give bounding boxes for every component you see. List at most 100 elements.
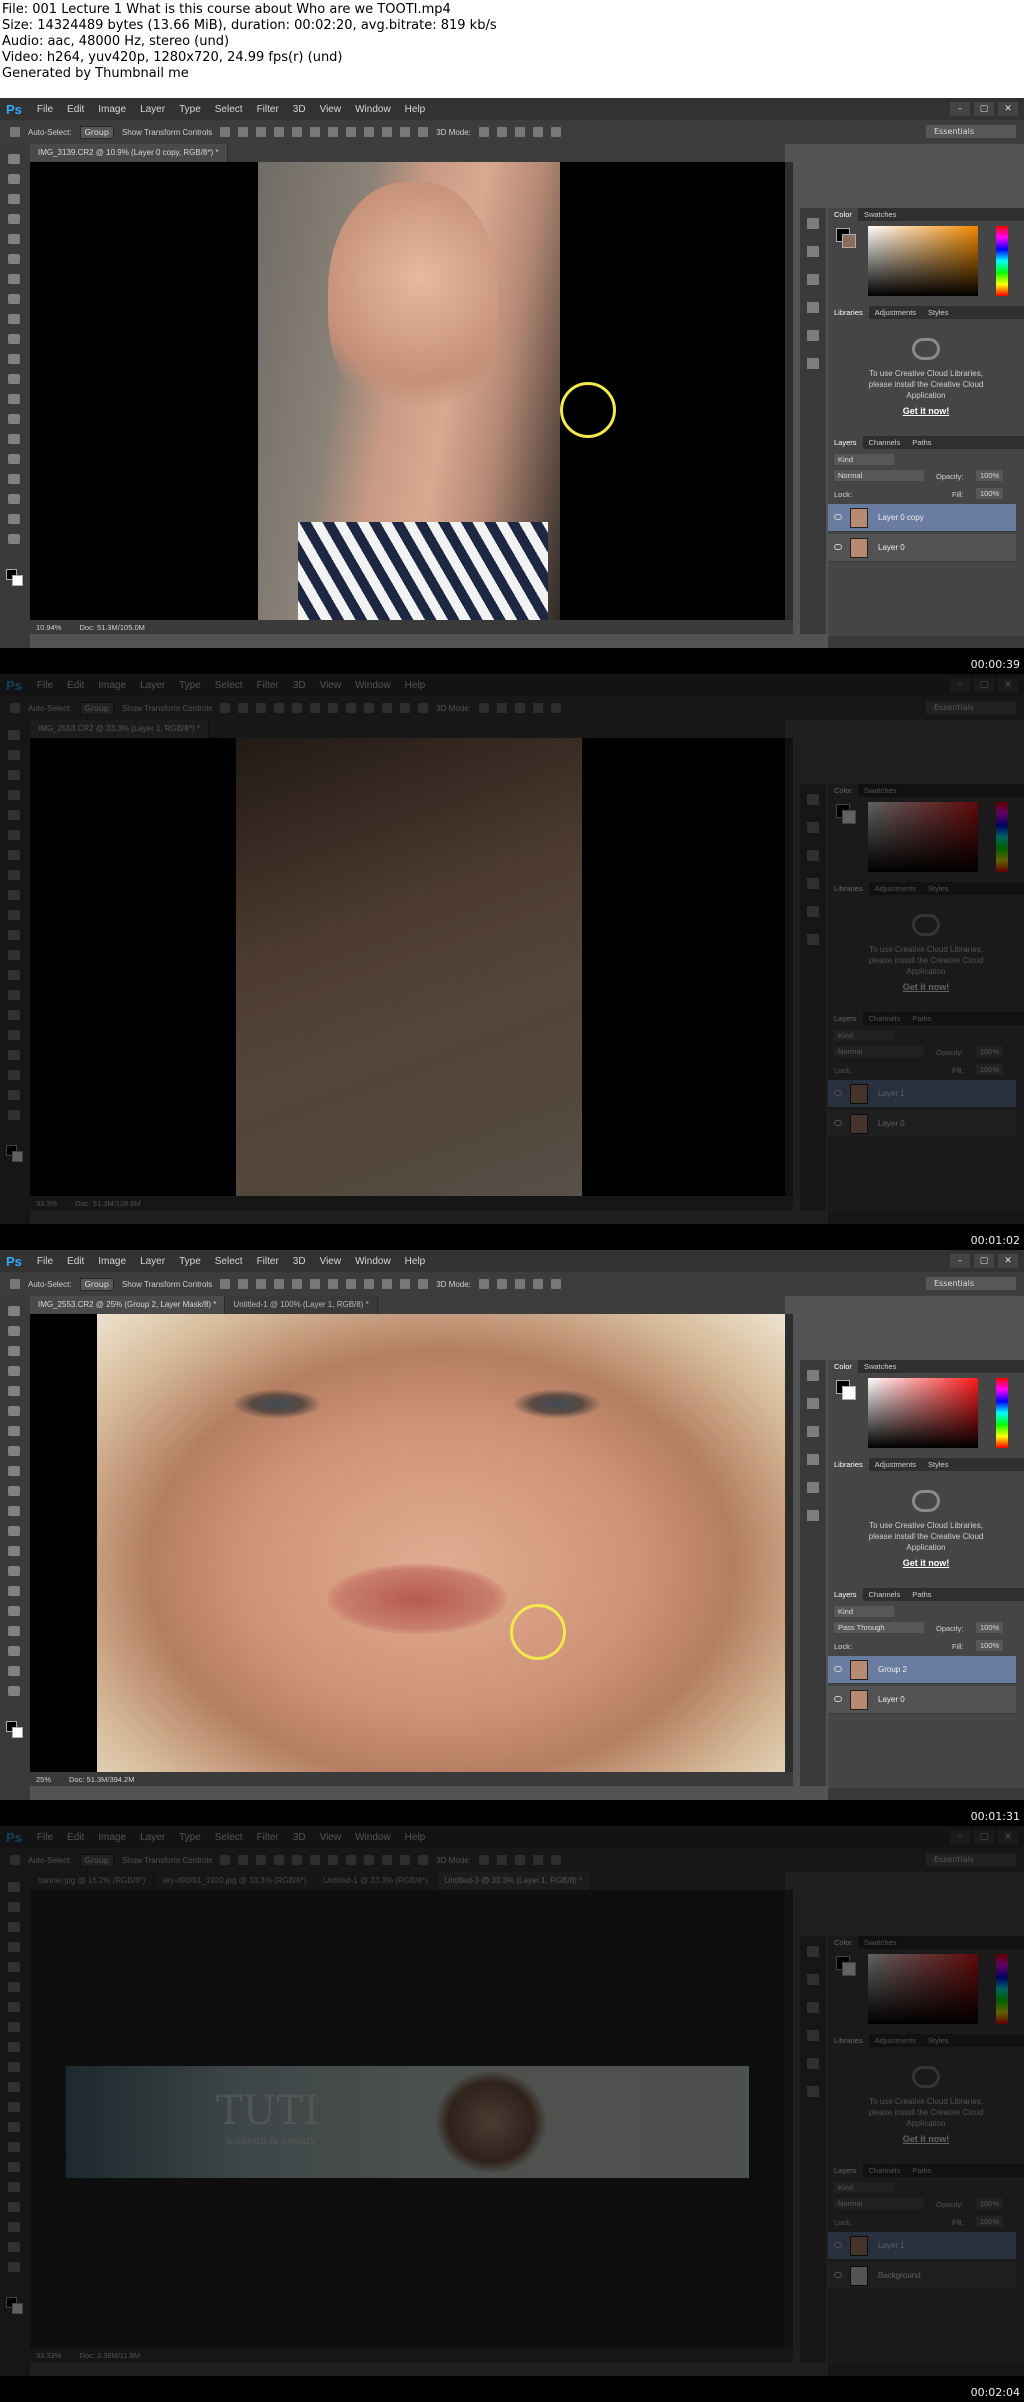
get-it-now-link[interactable]: Get it now!	[828, 406, 1024, 416]
panel-tab-layers[interactable]: Layers	[828, 1588, 863, 1601]
shape-tool-icon[interactable]	[8, 1646, 20, 1656]
background-color-swatch[interactable]	[842, 1386, 856, 1400]
layer-name[interactable]: Layer 0	[878, 543, 905, 552]
align-distribute-icon[interactable]	[346, 127, 357, 137]
blur-tool-icon[interactable]	[8, 394, 20, 404]
close-button[interactable]: ✕	[998, 1254, 1018, 1268]
blend-mode-select[interactable]: Pass Through	[834, 1622, 924, 1633]
align-distribute-icon[interactable]	[292, 127, 303, 137]
marquee-tool-icon[interactable]	[8, 1326, 20, 1336]
show-transform-controls-checkbox[interactable]: Show Transform Controls	[122, 1280, 212, 1289]
align-distribute-icon[interactable]	[418, 127, 429, 137]
align-distribute-icon[interactable]	[328, 1279, 339, 1289]
3d-mode-icon[interactable]	[532, 127, 543, 137]
panel-tab-adjustments[interactable]: Adjustments	[869, 306, 922, 319]
history-icon[interactable]	[807, 218, 819, 229]
clone-stamp-icon[interactable]	[8, 314, 20, 324]
panel-tab-libraries[interactable]: Libraries	[828, 1458, 869, 1471]
3d-mode-icon[interactable]	[514, 127, 525, 137]
document-tab[interactable]: IMG_3139.CR2 @ 10.9% (Layer 0 copy, RGB/…	[30, 144, 228, 162]
marquee-tool-icon[interactable]	[8, 174, 20, 184]
pen-tool-icon[interactable]	[8, 1586, 20, 1596]
menu-select[interactable]: Select	[208, 1256, 250, 1267]
move-tool-preset-icon[interactable]	[10, 1279, 20, 1289]
eyedropper-tool-icon[interactable]	[8, 254, 20, 264]
healing-brush-icon[interactable]	[8, 1426, 20, 1436]
restore-button[interactable]: ▢	[974, 102, 994, 116]
3d-mode-icon[interactable]	[496, 127, 507, 137]
zoom-level[interactable]: 25%	[36, 1775, 51, 1784]
menu-3d[interactable]: 3D	[286, 1256, 313, 1267]
document-tab[interactable]: Untitled-1 @ 100% (Layer 1, RGB/8) *	[225, 1296, 378, 1314]
minimize-button[interactable]: –	[950, 1254, 970, 1268]
visibility-eye-icon[interactable]	[834, 514, 842, 520]
align-distribute-icon[interactable]	[328, 127, 339, 137]
shape-tool-icon[interactable]	[8, 494, 20, 504]
eraser-tool-icon[interactable]	[8, 354, 20, 364]
menu-filter[interactable]: Filter	[250, 104, 286, 115]
properties-icon[interactable]	[807, 1426, 819, 1437]
workspace-switcher[interactable]: Essentials	[926, 125, 1016, 138]
show-transform-controls-checkbox[interactable]: Show Transform Controls	[122, 128, 212, 137]
dodge-tool-icon[interactable]	[8, 1566, 20, 1576]
gradient-tool-icon[interactable]	[8, 374, 20, 384]
hand-tool-icon[interactable]	[8, 1666, 20, 1676]
document-canvas[interactable]	[30, 1314, 785, 1772]
move-tool-preset-icon[interactable]	[10, 127, 20, 137]
layer-filter-kind-select[interactable]: Kind	[834, 1606, 894, 1617]
menu-file[interactable]: File	[30, 104, 60, 115]
panel-tab-color[interactable]: Color	[828, 208, 858, 221]
menu-select[interactable]: Select	[208, 104, 250, 115]
history-icon[interactable]	[807, 1370, 819, 1381]
menu-window[interactable]: Window	[348, 1256, 398, 1267]
panel-tab-channels[interactable]: Channels	[863, 1588, 907, 1601]
fill-field[interactable]: 100%	[976, 488, 1004, 499]
crop-tool-icon[interactable]	[8, 1386, 20, 1396]
path-select-icon[interactable]	[8, 474, 20, 484]
quick-select-tool-icon[interactable]	[8, 1366, 20, 1376]
hue-slider[interactable]	[996, 1378, 1008, 1448]
3d-mode-icon[interactable]	[550, 1279, 561, 1289]
pen-tool-icon[interactable]	[8, 434, 20, 444]
type-tool-icon[interactable]	[8, 454, 20, 464]
panel-tab-channels[interactable]: Channels	[863, 436, 907, 449]
color-picker-field[interactable]	[868, 1378, 978, 1448]
dodge-tool-icon[interactable]	[8, 414, 20, 424]
panel-tab-paths[interactable]: Paths	[906, 1588, 937, 1601]
type-tool-icon[interactable]	[8, 1606, 20, 1616]
align-distribute-icon[interactable]	[274, 127, 285, 137]
align-distribute-icon[interactable]	[256, 1279, 267, 1289]
panel-tab-color[interactable]: Color	[828, 1360, 858, 1373]
auto-select-checkbox[interactable]: Auto-Select:	[28, 128, 72, 137]
auto-select-checkbox[interactable]: Auto-Select:	[28, 1280, 72, 1289]
layer-name[interactable]: Layer 0 copy	[878, 513, 924, 522]
menu-view[interactable]: View	[313, 1256, 349, 1267]
menu-file[interactable]: File	[30, 1256, 60, 1267]
3d-mode-icon[interactable]	[478, 127, 489, 137]
quick-select-tool-icon[interactable]	[8, 214, 20, 224]
layer-row[interactable]: Layer 0	[828, 534, 1016, 562]
align-distribute-icon[interactable]	[382, 1279, 393, 1289]
auto-select-target-select[interactable]: Group	[79, 125, 114, 139]
background-color-swatch[interactable]	[842, 234, 856, 248]
menu-type[interactable]: Type	[172, 104, 208, 115]
panel-tab-paths[interactable]: Paths	[906, 436, 937, 449]
3d-mode-icon[interactable]	[550, 127, 561, 137]
canvas-vertical-scrollbar[interactable]	[785, 162, 793, 620]
align-distribute-icon[interactable]	[256, 127, 267, 137]
menu-window[interactable]: Window	[348, 104, 398, 115]
align-distribute-icon[interactable]	[238, 127, 249, 137]
layer-filter-kind-select[interactable]: Kind	[834, 454, 894, 465]
menu-edit[interactable]: Edit	[60, 1256, 91, 1267]
layer-row[interactable]: Group 2	[828, 1656, 1016, 1684]
lasso-tool-icon[interactable]	[8, 1346, 20, 1356]
menu-edit[interactable]: Edit	[60, 104, 91, 115]
blur-tool-icon[interactable]	[8, 1546, 20, 1556]
menu-layer[interactable]: Layer	[133, 1256, 172, 1267]
move-tool-icon[interactable]	[8, 154, 20, 164]
align-distribute-icon[interactable]	[292, 1279, 303, 1289]
blend-mode-select[interactable]: Normal	[834, 470, 924, 481]
history-brush-icon[interactable]	[8, 1486, 20, 1496]
auto-select-target-select[interactable]: Group	[79, 1277, 114, 1291]
opacity-field[interactable]: 100%	[976, 1622, 1004, 1633]
